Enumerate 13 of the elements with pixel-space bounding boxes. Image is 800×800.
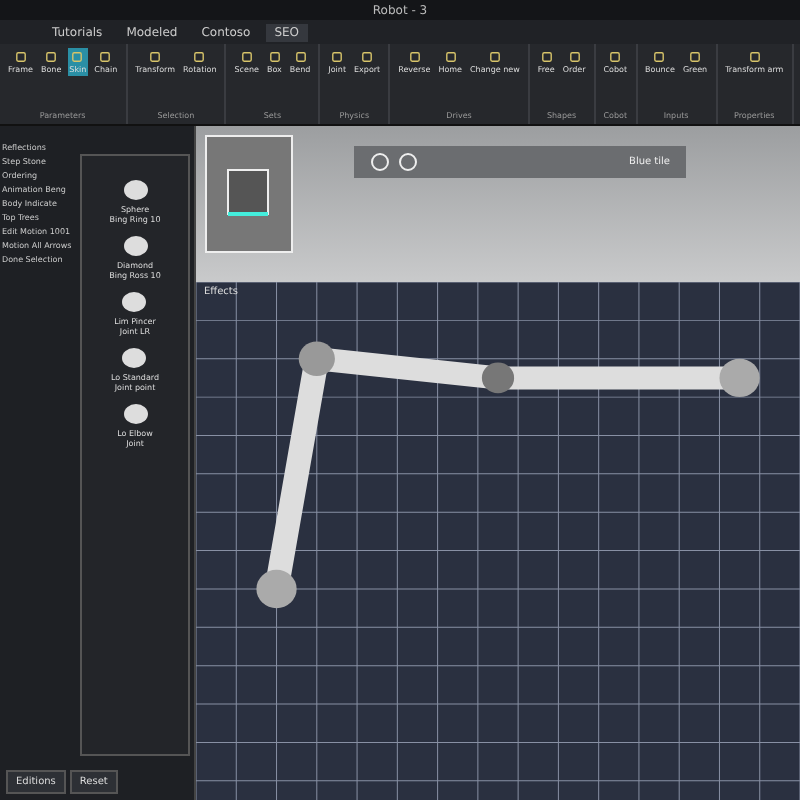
tool-icon (747, 50, 762, 64)
tool-icon (688, 50, 703, 64)
circle-icon[interactable] (398, 152, 418, 172)
tool-icon (608, 50, 623, 64)
tool-icon (443, 50, 458, 64)
tool-icon (148, 50, 163, 64)
view-cube-icon[interactable] (204, 134, 294, 254)
circle-icon[interactable] (370, 152, 390, 172)
tool-icon (652, 50, 667, 64)
tool-icon (192, 50, 207, 64)
tool-icon (13, 50, 28, 64)
tool-icon (407, 50, 422, 64)
tool-icon (487, 50, 502, 64)
